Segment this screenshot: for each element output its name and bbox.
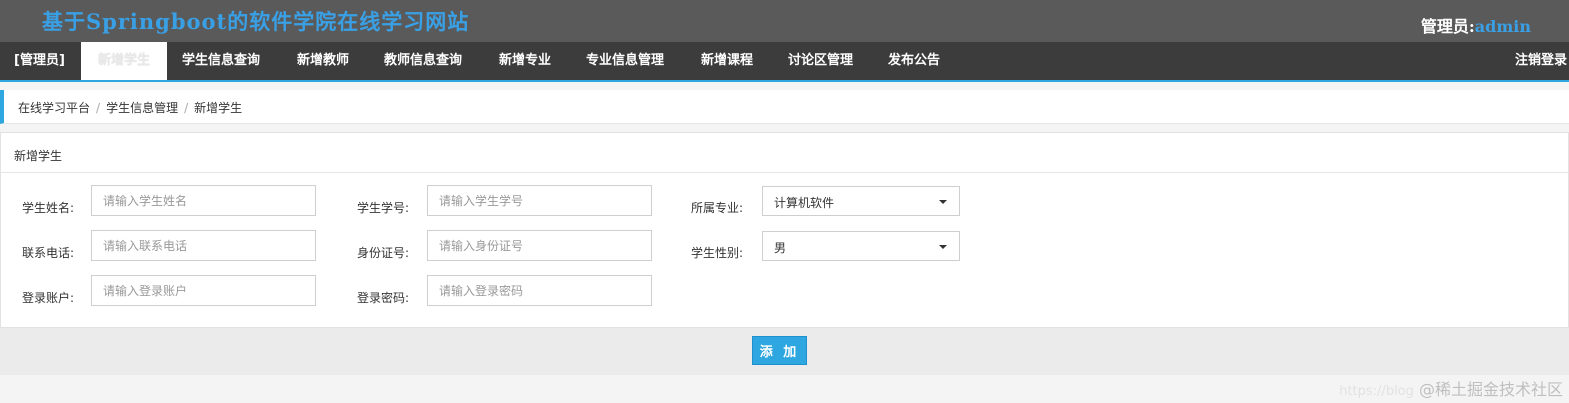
id-card-label: 身份证号: bbox=[357, 246, 410, 260]
admin-info: 管理员:admin bbox=[1421, 13, 1531, 37]
admin-label: 管理员: bbox=[1420, 17, 1475, 36]
gender-label: 学生性别: bbox=[691, 246, 744, 260]
panel-header: 新增学生 bbox=[1, 133, 1568, 173]
student-no-label: 学生学号: bbox=[357, 201, 410, 215]
panel-title: 新增学生 bbox=[14, 149, 63, 163]
nav-item-forum-manage[interactable]: 讨论区管理 bbox=[788, 42, 853, 80]
watermark-url: https://blog bbox=[1339, 384, 1414, 399]
chevron-down-icon bbox=[939, 245, 947, 249]
nav-item-publish-notice[interactable]: 发布公告 bbox=[888, 42, 940, 80]
student-name-label: 学生姓名: bbox=[22, 201, 75, 215]
account-input[interactable] bbox=[91, 275, 316, 306]
nav-item-add-teacher[interactable]: 新增教师 bbox=[297, 42, 349, 80]
password-input[interactable] bbox=[427, 275, 652, 306]
id-card-input[interactable] bbox=[427, 230, 652, 261]
nav-role-label: [管理员] bbox=[14, 53, 65, 68]
nav-item-major-manage[interactable]: 专业信息管理 bbox=[586, 42, 664, 80]
phone-input[interactable] bbox=[91, 230, 316, 261]
nav-item-teacher-query[interactable]: 教师信息查询 bbox=[384, 42, 462, 80]
major-label: 所属专业: bbox=[691, 201, 744, 215]
add-button[interactable]: 添 加 bbox=[752, 336, 807, 365]
chevron-down-icon bbox=[939, 200, 947, 204]
breadcrumb-item-student-manage[interactable]: 学生信息管理 bbox=[106, 101, 178, 115]
gender-select[interactable]: 男 bbox=[762, 231, 960, 261]
watermark: https://blog @稀土掘金技术社区 bbox=[1339, 376, 1563, 400]
phone-label: 联系电话: bbox=[22, 246, 75, 260]
admin-username[interactable]: admin bbox=[1475, 17, 1531, 36]
add-student-panel: 新增学生 学生姓名: 学生学号: 所属专业: 计算机软件 联系电话: 身份证号:… bbox=[0, 132, 1569, 328]
breadcrumb-item-platform[interactable]: 在线学习平台 bbox=[18, 101, 90, 115]
site-title: 基于Springboot的软件学院在线学习网站 bbox=[42, 9, 470, 34]
gender-select-value: 男 bbox=[774, 241, 787, 255]
major-select[interactable]: 计算机软件 bbox=[762, 186, 960, 216]
nav-item-add-course[interactable]: 新增课程 bbox=[701, 42, 753, 80]
breadcrumb-separator: / bbox=[96, 101, 101, 115]
student-name-input[interactable] bbox=[91, 185, 316, 216]
breadcrumb-item-current: 新增学生 bbox=[194, 101, 243, 115]
major-select-value: 计算机软件 bbox=[774, 196, 835, 210]
nav-item-label: 新增学生 bbox=[97, 53, 150, 68]
top-header: 基于Springboot的软件学院在线学习网站 管理员:admin bbox=[0, 0, 1569, 42]
account-label: 登录账户: bbox=[22, 291, 75, 305]
main-nav: [管理员] 新增学生 学生信息查询 新增教师 教师信息查询 新增专业 专业信息管… bbox=[0, 42, 1569, 82]
breadcrumb-bar: 在线学习平台 / 学生信息管理 / 新增学生 bbox=[0, 90, 1569, 124]
form-actions: 添 加 bbox=[0, 328, 1569, 375]
breadcrumb-separator: / bbox=[184, 101, 189, 115]
watermark-text: @稀土掘金技术社区 bbox=[1418, 380, 1563, 399]
student-no-input[interactable] bbox=[427, 185, 652, 216]
nav-item-add-student[interactable]: 新增学生 bbox=[81, 42, 167, 80]
nav-item-add-major[interactable]: 新增专业 bbox=[499, 42, 551, 80]
password-label: 登录密码: bbox=[357, 291, 410, 305]
nav-item-student-query[interactable]: 学生信息查询 bbox=[182, 42, 260, 80]
breadcrumb: 在线学习平台 / 学生信息管理 / 新增学生 bbox=[18, 99, 242, 116]
logout-link[interactable]: 注销登录 bbox=[1515, 42, 1567, 80]
